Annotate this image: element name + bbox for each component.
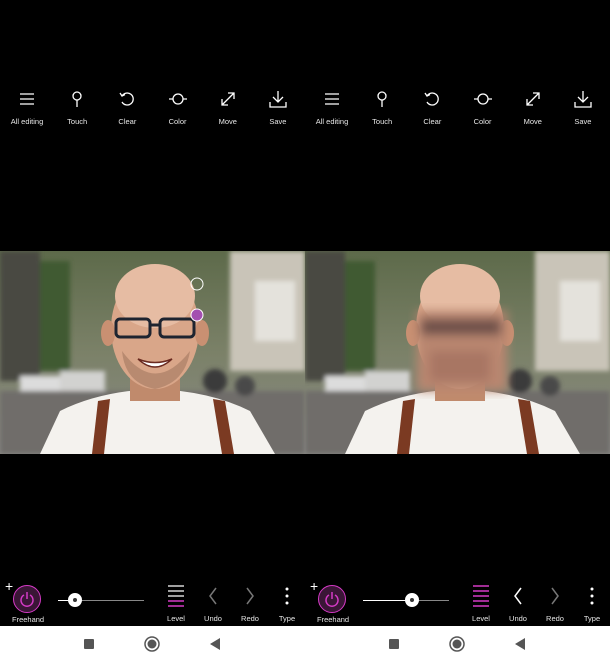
strength-slider[interactable]	[363, 593, 449, 609]
touch-button[interactable]: Touch	[52, 88, 102, 130]
level-icon	[168, 585, 184, 607]
freehand-button[interactable]	[13, 585, 41, 613]
touch-label: Touch	[372, 117, 393, 126]
recents-button[interactable]	[374, 626, 414, 661]
type-button[interactable]: Type	[273, 583, 301, 623]
undo-button[interactable]: Undo	[199, 583, 227, 623]
save-icon	[269, 91, 287, 108]
save-label: Save	[269, 117, 287, 126]
recents-button[interactable]	[69, 626, 109, 661]
move-label: Move	[218, 117, 237, 126]
right-editor-panel: All editing Touch Clear Color Move Save	[305, 0, 610, 626]
touch-button[interactable]: Touch	[357, 88, 407, 130]
chevron-right-icon	[246, 587, 254, 605]
move-button[interactable]: Move	[508, 88, 558, 130]
color-icon	[168, 93, 187, 105]
type-label: Type	[278, 614, 296, 623]
top-toolbar: All editing Touch Clear Color Move Save	[0, 88, 305, 130]
save-button[interactable]: Save	[558, 88, 608, 130]
menu-icon	[20, 93, 34, 105]
color-label: Color	[168, 117, 187, 126]
color-label: Color	[473, 117, 492, 126]
home-circle-icon	[144, 635, 160, 652]
strength-slider[interactable]	[58, 593, 144, 609]
back-triangle-icon	[515, 637, 525, 650]
chevron-right-icon	[551, 587, 559, 605]
all-editing-label: All editing	[315, 117, 349, 126]
level-icon	[473, 585, 489, 607]
redo-button[interactable]: Redo	[541, 583, 569, 623]
bottom-controls: + Freehand Level Undo Redo Type	[305, 579, 610, 625]
back-button[interactable]	[500, 626, 540, 661]
all-editing-button[interactable]: All editing	[2, 88, 52, 130]
home-circle-icon	[449, 635, 465, 652]
move-button[interactable]: Move	[203, 88, 253, 130]
slider-knob[interactable]	[405, 593, 420, 607]
move-icon	[221, 92, 235, 106]
redo-label: Redo	[546, 614, 564, 623]
portrait-photo	[0, 251, 305, 454]
freehand-button[interactable]	[318, 585, 346, 613]
color-icon	[473, 93, 492, 105]
clear-label: Clear	[118, 117, 137, 126]
color-button[interactable]: Color	[458, 88, 508, 130]
touch-label: Touch	[67, 117, 88, 126]
clear-label: Clear	[423, 117, 442, 126]
home-button[interactable]	[132, 626, 172, 661]
back-button[interactable]	[195, 626, 235, 661]
clear-icon	[424, 92, 440, 106]
chevron-left-icon	[209, 587, 217, 605]
save-icon	[574, 91, 592, 108]
slider-knob[interactable]	[68, 593, 83, 607]
photo-canvas[interactable]	[305, 251, 610, 454]
freehand-label: Freehand	[317, 615, 350, 624]
chevron-left-icon	[514, 587, 522, 605]
square-icon	[389, 638, 399, 649]
back-triangle-icon	[210, 637, 220, 650]
freehand-label: Freehand	[12, 615, 45, 624]
square-icon	[84, 638, 94, 649]
bottom-controls: + Freehand Level Undo Redo Type	[0, 579, 305, 625]
photo-canvas[interactable]	[0, 251, 305, 454]
all-editing-button[interactable]: All editing	[307, 88, 357, 130]
power-icon	[20, 592, 34, 607]
more-vertical-icon	[590, 587, 594, 605]
redo-button[interactable]: Redo	[236, 583, 264, 623]
clear-button[interactable]: Clear	[102, 88, 152, 130]
undo-label: Undo	[509, 614, 527, 623]
touch-icon	[377, 91, 387, 107]
undo-label: Undo	[204, 614, 222, 623]
menu-icon	[325, 93, 339, 105]
page: All editing Touch Clear Color Move Save	[0, 0, 610, 661]
system-nav-bar	[0, 626, 610, 661]
add-icon[interactable]: +	[310, 579, 318, 593]
level-button[interactable]: Level	[162, 583, 190, 623]
more-vertical-icon	[285, 587, 289, 605]
power-icon	[325, 592, 339, 607]
save-button[interactable]: Save	[253, 88, 303, 130]
level-button[interactable]: Level	[467, 583, 495, 623]
left-editor-panel: All editing Touch Clear Color Move Save	[0, 0, 305, 626]
clear-icon	[119, 92, 135, 106]
color-button[interactable]: Color	[153, 88, 203, 130]
level-label: Level	[472, 614, 490, 623]
all-editing-label: All editing	[10, 117, 44, 126]
type-button[interactable]: Type	[578, 583, 606, 623]
redo-label: Redo	[241, 614, 259, 623]
top-toolbar: All editing Touch Clear Color Move Save	[305, 88, 610, 130]
level-label: Level	[167, 614, 185, 623]
move-label: Move	[523, 117, 542, 126]
add-icon[interactable]: +	[5, 579, 13, 593]
undo-button[interactable]: Undo	[504, 583, 532, 623]
save-label: Save	[574, 117, 592, 126]
home-button[interactable]	[437, 626, 477, 661]
portrait-photo-blurred	[305, 251, 610, 454]
clear-button[interactable]: Clear	[407, 88, 457, 130]
type-label: Type	[583, 614, 601, 623]
move-icon	[526, 92, 540, 106]
touch-icon	[72, 91, 82, 107]
